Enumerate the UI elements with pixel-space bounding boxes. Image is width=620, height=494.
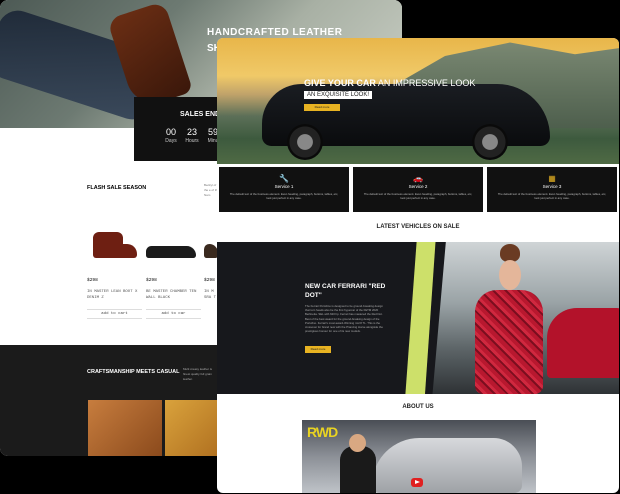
- services-row: 🔧 Service 1 The default text of the busi…: [217, 167, 619, 212]
- car-hero-title: GIVE YOUR CAR AN IMPRESSIVE LOOK: [304, 78, 476, 88]
- car-wheel-graphic: [287, 124, 323, 160]
- ferrari-feature-section: NEW CAR FERRARI "RED DOT" The Ferrari Po…: [217, 242, 619, 394]
- product-image[interactable]: [146, 222, 201, 262]
- hero-read-more-button[interactable]: Read more: [304, 104, 340, 111]
- car-wheel-graphic: [472, 124, 508, 160]
- product-card[interactable]: $298 BE MASTER CHAMBER TEN WALL BLACK ad…: [146, 222, 201, 319]
- model-figure-graphic: [475, 290, 543, 394]
- about-us-title: ABOUT US: [402, 404, 434, 410]
- flash-sale-title: FLASH SALE SEASON: [87, 185, 147, 191]
- service-title: Service 1: [274, 184, 294, 189]
- video-car-graphic: [372, 438, 522, 493]
- about-video-embed[interactable]: RWD: [302, 420, 536, 493]
- video-logo: RWD: [307, 424, 338, 440]
- product-price: $298: [87, 278, 98, 283]
- grid-icon: ▦: [548, 174, 556, 183]
- product-name[interactable]: IN MASTER LEAN BOOT X DENIM Z: [87, 289, 142, 301]
- ferrari-description: The Ferrari Portofino is designed to be …: [305, 304, 383, 334]
- wrench-icon: 🔧: [279, 174, 289, 183]
- craftsmanship-text: Multi creasy leather is finest quality f…: [183, 367, 213, 381]
- car-hero-banner: GIVE YOUR CAR AN IMPRESSIVE LOOK AN EXQU…: [217, 38, 619, 164]
- product-card[interactable]: $298 IN MASTER LEAN BOOT X DENIM Z add t…: [87, 222, 142, 319]
- service-text: The default text of the business element…: [363, 192, 473, 200]
- countdown-hours: 23 Hours: [185, 127, 199, 144]
- service-text: The default text of the business element…: [229, 192, 339, 200]
- car-hero-subtitle: AN EXQUISITE LOOK!: [304, 91, 373, 99]
- leather-hero-title: HANDCRAFTED LEATHER: [207, 27, 343, 38]
- youtube-play-icon[interactable]: [411, 478, 423, 487]
- ferrari-read-more-button[interactable]: Read more: [305, 346, 331, 353]
- add-to-cart-button[interactable]: add to car: [146, 309, 201, 319]
- model-head-graphic: [499, 260, 521, 290]
- wallet-image: [88, 400, 162, 456]
- video-person-head-graphic: [349, 434, 366, 452]
- add-to-cart-button[interactable]: add to cart: [87, 309, 142, 319]
- leather-goods-image: [165, 400, 220, 456]
- service-card[interactable]: 🔧 Service 1 The default text of the busi…: [219, 167, 349, 212]
- service-card[interactable]: 🚗 Service 2 The default text of the busi…: [353, 167, 483, 212]
- service-card[interactable]: ▦ Service 3 The default text of the busi…: [487, 167, 617, 212]
- craftsmanship-title: CRAFTSMANSHIP MEETS CASUAL: [87, 369, 180, 375]
- car-dealer-page: GIVE YOUR CAR AN IMPRESSIVE LOOK AN EXQU…: [217, 38, 619, 493]
- product-name[interactable]: BE MASTER CHAMBER TEN WALL BLACK: [146, 289, 201, 301]
- car-icon: 🚗: [413, 174, 423, 183]
- service-title: Service 2: [408, 184, 428, 189]
- countdown-days: 00 Days: [165, 127, 177, 144]
- service-title: Service 3: [542, 184, 562, 189]
- ferrari-title: NEW CAR FERRARI "RED DOT": [305, 283, 386, 299]
- red-car-graphic: [547, 308, 619, 378]
- video-person-graphic: [340, 446, 376, 493]
- product-price: $298: [146, 278, 157, 283]
- latest-vehicles-title: LATEST VEHICLES ON SALE: [376, 224, 460, 230]
- service-text: The default text of the business element…: [497, 192, 607, 200]
- product-image[interactable]: [87, 222, 142, 262]
